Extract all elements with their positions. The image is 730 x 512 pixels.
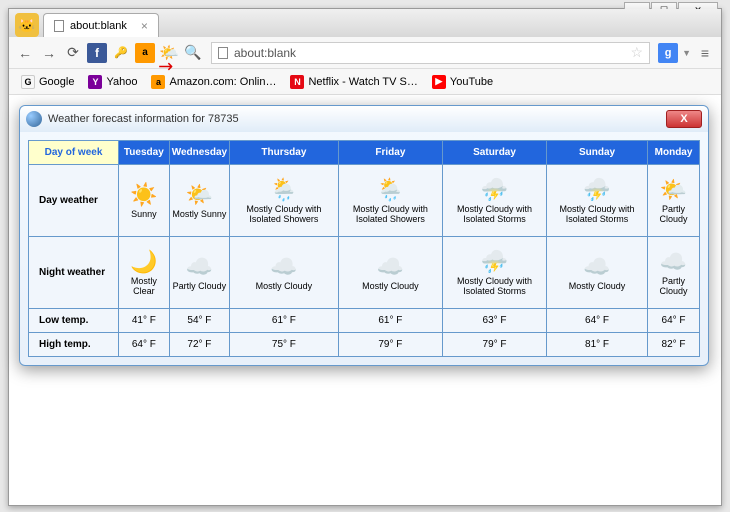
browser-window: 🐱 about:blank × ← → ⟳ f 🔑 a 🌤️ 🔍 ☆ g ▼ ≡… xyxy=(8,8,722,506)
temp-cell: 64° F xyxy=(648,309,700,333)
dropdown-icon[interactable]: ▼ xyxy=(682,48,691,58)
weather-popup: Weather forecast information for 78735 X… xyxy=(19,105,709,366)
row-label: Low temp. xyxy=(29,309,119,333)
page-icon xyxy=(54,20,64,32)
temp-cell: 61° F xyxy=(230,309,339,333)
temp-cell: 75° F xyxy=(230,333,339,357)
forecast-cell: ☁️Partly Cloudy xyxy=(648,237,700,309)
cloudy-icon: ☁️ xyxy=(341,254,440,280)
temp-cell: 61° F xyxy=(338,309,442,333)
reload-button[interactable]: ⟳ xyxy=(63,43,83,63)
temp-cell: 82° F xyxy=(648,333,700,357)
zoom-extension-icon[interactable]: 🔍 xyxy=(183,43,203,63)
forecast-cell: ⛈️Mostly Cloudy with Isolated Storms xyxy=(443,165,547,237)
temp-cell: 41° F xyxy=(119,309,170,333)
partly-sunny-icon: 🌤️ xyxy=(650,177,697,203)
forecast-cell: 🌙Mostly Clear xyxy=(119,237,170,309)
forecast-cell: ☁️Mostly Cloudy xyxy=(547,237,648,309)
forecast-cell: ☁️Mostly Cloudy xyxy=(338,237,442,309)
temp-cell: 79° F xyxy=(443,333,547,357)
browser-mascot-icon[interactable]: 🐱 xyxy=(15,13,39,37)
menu-button[interactable]: ≡ xyxy=(695,43,715,63)
day-header: Sunday xyxy=(547,141,648,165)
cloudy-icon: ☁️ xyxy=(650,249,697,275)
tab-title: about:blank xyxy=(70,20,127,32)
temp-cell: 63° F xyxy=(443,309,547,333)
day-header: Thursday xyxy=(230,141,339,165)
day-header: Monday xyxy=(648,141,700,165)
clear-night-icon: 🌙 xyxy=(121,249,167,275)
bookmark-netflix[interactable]: NNetflix - Watch TV S… xyxy=(284,73,423,91)
youtube-icon: ▶ xyxy=(432,75,446,89)
popup-title: Weather forecast information for 78735 xyxy=(48,113,660,125)
showers-icon: 🌦️ xyxy=(232,177,336,203)
address-bar[interactable]: ☆ xyxy=(211,42,650,64)
forecast-cell: ☀️Sunny xyxy=(119,165,170,237)
sun-icon: ☀️ xyxy=(121,182,167,208)
day-header: Tuesday xyxy=(119,141,170,165)
high-temp-row: High temp. 64° F 72° F 75° F 79° F 79° F… xyxy=(29,333,700,357)
amazon-icon: a xyxy=(151,75,165,89)
tabs-bar: 🐱 about:blank × xyxy=(9,9,721,37)
cloudy-icon: ☁️ xyxy=(172,254,227,280)
browser-tab[interactable]: about:blank × xyxy=(43,13,159,37)
globe-icon xyxy=(26,111,42,127)
popup-close-button[interactable]: X xyxy=(666,110,702,128)
storm-icon: ⛈️ xyxy=(445,177,544,203)
page-icon xyxy=(218,47,228,59)
partly-sunny-icon: 🌤️ xyxy=(172,182,227,208)
browser-content: Weather forecast information for 78735 X… xyxy=(9,95,721,505)
facebook-extension-icon[interactable]: f xyxy=(87,43,107,63)
bookmarks-bar: GGoogle YYahoo aAmazon.com: Onlin… NNetf… xyxy=(9,69,721,95)
day-of-week-header: Day of week xyxy=(29,141,119,165)
storm-icon: ⛈️ xyxy=(445,249,544,275)
low-temp-row: Low temp. 41° F 54° F 61° F 61° F 63° F … xyxy=(29,309,700,333)
storm-icon: ⛈️ xyxy=(549,177,645,203)
bookmark-star-icon[interactable]: ☆ xyxy=(631,44,644,61)
row-label: High temp. xyxy=(29,333,119,357)
night-weather-row: Night weather 🌙Mostly Clear ☁️Partly Clo… xyxy=(29,237,700,309)
forecast-cell: 🌦️Mostly Cloudy with Isolated Showers xyxy=(338,165,442,237)
row-label: Day weather xyxy=(29,165,119,237)
url-input[interactable] xyxy=(234,46,625,60)
forecast-cell: 🌦️Mostly Cloudy with Isolated Showers xyxy=(230,165,339,237)
day-header: Wednesday xyxy=(169,141,229,165)
key-extension-icon[interactable]: 🔑 xyxy=(111,43,131,63)
cloudy-icon: ☁️ xyxy=(549,254,645,280)
row-label: Night weather xyxy=(29,237,119,309)
popup-titlebar: Weather forecast information for 78735 X xyxy=(20,106,708,132)
back-button[interactable]: ← xyxy=(15,43,35,63)
forecast-cell: 🌤️Partly Cloudy xyxy=(648,165,700,237)
navigation-bar: ← → ⟳ f 🔑 a 🌤️ 🔍 ☆ g ▼ ≡ xyxy=(9,37,721,69)
amazon-extension-icon[interactable]: a xyxy=(135,43,155,63)
bookmark-google[interactable]: GGoogle xyxy=(15,73,80,91)
tab-close-button[interactable]: × xyxy=(141,19,148,33)
temp-cell: 79° F xyxy=(338,333,442,357)
bookmark-yahoo[interactable]: YYahoo xyxy=(82,73,143,91)
temp-cell: 72° F xyxy=(169,333,229,357)
showers-icon: 🌦️ xyxy=(341,177,440,203)
day-weather-row: Day weather ☀️Sunny 🌤️Mostly Sunny 🌦️Mos… xyxy=(29,165,700,237)
cloudy-icon: ☁️ xyxy=(232,254,336,280)
temp-cell: 54° F xyxy=(169,309,229,333)
forecast-cell: ☁️Partly Cloudy xyxy=(169,237,229,309)
forward-button[interactable]: → xyxy=(39,43,59,63)
yahoo-icon: Y xyxy=(88,75,102,89)
forecast-table: Day of week Tuesday Wednesday Thursday F… xyxy=(28,140,700,357)
temp-cell: 64° F xyxy=(547,309,648,333)
forecast-cell: 🌤️Mostly Sunny xyxy=(169,165,229,237)
forecast-cell: ⛈️Mostly Cloudy with Isolated Storms xyxy=(547,165,648,237)
day-header: Saturday xyxy=(443,141,547,165)
temp-cell: 64° F xyxy=(119,333,170,357)
table-header-row: Day of week Tuesday Wednesday Thursday F… xyxy=(29,141,700,165)
day-header: Friday xyxy=(338,141,442,165)
forecast-cell: ☁️Mostly Cloudy xyxy=(230,237,339,309)
google-search-icon[interactable]: g xyxy=(658,43,678,63)
google-icon: G xyxy=(21,75,35,89)
netflix-icon: N xyxy=(290,75,304,89)
temp-cell: 81° F xyxy=(547,333,648,357)
forecast-cell: ⛈️Mostly Cloudy with Isolated Storms xyxy=(443,237,547,309)
bookmark-youtube[interactable]: ▶YouTube xyxy=(426,73,499,91)
